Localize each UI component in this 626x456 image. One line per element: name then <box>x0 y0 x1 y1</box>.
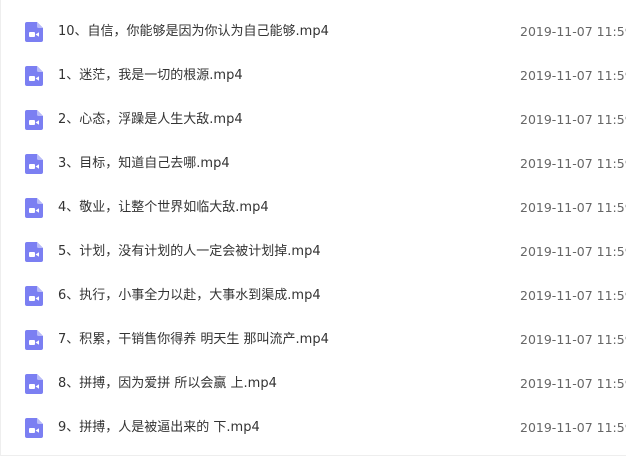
video-file-icon <box>25 242 43 262</box>
video-file-icon <box>25 418 43 438</box>
file-name[interactable]: 8、拼搏，因为爱拼 所以会赢 上.mp4 <box>58 362 277 406</box>
file-name[interactable]: 6、执行，小事全力以赴，大事水到渠成.mp4 <box>58 274 321 318</box>
video-file-icon <box>25 286 43 306</box>
file-row[interactable]: 7、积累，干销售你得养 明天生 那叫流产.mp4 2019-11-07 11:5… <box>1 318 626 362</box>
file-name[interactable]: 1、迷茫，我是一切的根源.mp4 <box>58 54 243 98</box>
video-file-icon <box>25 22 43 42</box>
file-date: 2019-11-07 11:59 <box>520 244 626 259</box>
file-row[interactable]: 5、计划，没有计划的人一定会被计划掉.mp4 2019-11-07 11:59 <box>1 230 626 274</box>
video-file-icon <box>25 66 43 86</box>
file-name[interactable]: 9、拼搏，人是被逼出来的 下.mp4 <box>58 406 260 450</box>
video-file-icon <box>25 110 43 130</box>
file-date: 2019-11-07 11:59 <box>520 288 626 303</box>
file-name[interactable]: 5、计划，没有计划的人一定会被计划掉.mp4 <box>58 230 321 274</box>
file-date: 2019-11-07 11:59 <box>520 420 626 435</box>
file-date: 2019-11-07 11:59 <box>520 200 626 215</box>
file-list: 10、自信，你能够是因为你认为自己能够.mp4 2019-11-07 11:59… <box>0 0 626 456</box>
file-name[interactable]: 10、自信，你能够是因为你认为自己能够.mp4 <box>58 10 329 54</box>
file-date: 2019-11-07 11:59 <box>520 156 626 171</box>
file-row[interactable]: 9、拼搏，人是被逼出来的 下.mp4 2019-11-07 11:59 <box>1 406 626 450</box>
file-name[interactable]: 2、心态，浮躁是人生大敌.mp4 <box>58 98 243 142</box>
file-date: 2019-11-07 11:59 <box>520 332 626 347</box>
file-row[interactable]: 6、执行，小事全力以赴，大事水到渠成.mp4 2019-11-07 11:59 <box>1 274 626 318</box>
video-file-icon <box>25 198 43 218</box>
file-name[interactable]: 3、目标，知道自己去哪.mp4 <box>58 142 230 186</box>
file-row[interactable]: 10、自信，你能够是因为你认为自己能够.mp4 2019-11-07 11:59 <box>1 10 626 54</box>
file-row[interactable]: 4、敬业，让整个世界如临大敌.mp4 2019-11-07 11:59 <box>1 186 626 230</box>
file-row[interactable]: 2、心态，浮躁是人生大敌.mp4 2019-11-07 11:59 <box>1 98 626 142</box>
file-name[interactable]: 7、积累，干销售你得养 明天生 那叫流产.mp4 <box>58 318 329 362</box>
file-row[interactable]: 1、迷茫，我是一切的根源.mp4 2019-11-07 11:59 <box>1 54 626 98</box>
file-date: 2019-11-07 11:59 <box>520 112 626 127</box>
video-file-icon <box>25 154 43 174</box>
file-row[interactable]: 3、目标，知道自己去哪.mp4 2019-11-07 11:59 <box>1 142 626 186</box>
file-name[interactable]: 4、敬业，让整个世界如临大敌.mp4 <box>58 186 269 230</box>
file-row[interactable]: 8、拼搏，因为爱拼 所以会赢 上.mp4 2019-11-07 11:59 <box>1 362 626 406</box>
file-date: 2019-11-07 11:59 <box>520 24 626 39</box>
file-date: 2019-11-07 11:59 <box>520 68 626 83</box>
video-file-icon <box>25 330 43 350</box>
file-date: 2019-11-07 11:59 <box>520 376 626 391</box>
video-file-icon <box>25 374 43 394</box>
